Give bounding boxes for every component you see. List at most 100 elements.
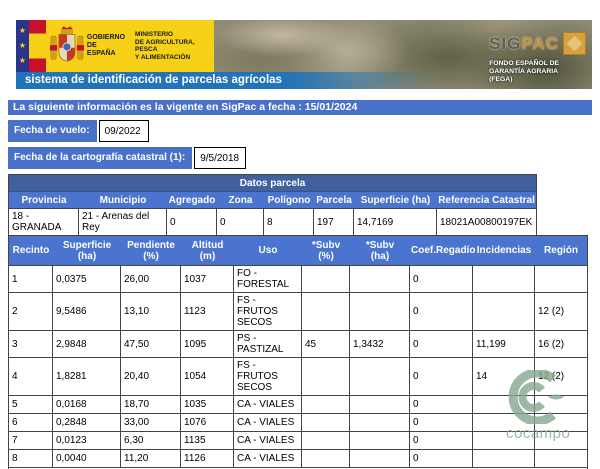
table-cell: 0 bbox=[410, 450, 473, 468]
table-row: 1 0,0375 26,00 1037 FO - FORESTAL 0 bbox=[9, 266, 587, 293]
cadastral-date-row: Fecha de la cartografía catastral (1): 9… bbox=[8, 147, 246, 169]
table-cell: CA - VIALES bbox=[234, 414, 302, 432]
table-cell: 47,50 bbox=[121, 331, 181, 358]
table-cell: 1,3432 bbox=[350, 331, 410, 358]
table-cell bbox=[350, 293, 410, 331]
table-cell bbox=[473, 450, 535, 468]
app-title-banner: sistema de identificación de parcelas ag… bbox=[16, 72, 436, 89]
column-header-referencia: Referencia Catastral bbox=[437, 192, 536, 209]
table-cell: 0,0040 bbox=[53, 450, 121, 468]
table-cell: CA - VIALES bbox=[234, 432, 302, 450]
sigpac-page: ★ ★ ★ GOBIERNO DE ESPAÑA bbox=[0, 0, 600, 469]
table-cell: FS - FRUTOS SECOS bbox=[234, 293, 302, 331]
table-cell bbox=[535, 450, 587, 468]
column-header-agregado: Agregado bbox=[167, 192, 217, 209]
eu-star-icon: ★ bbox=[19, 27, 26, 35]
table-cell bbox=[350, 450, 410, 468]
table-cell: 0,0123 bbox=[53, 432, 121, 450]
column-header-parcela: Parcela bbox=[314, 192, 354, 209]
table-cell: 18021A00800197EK bbox=[437, 209, 536, 235]
table-cell: 21 - Arenas del Rey bbox=[79, 209, 167, 235]
table-cell: 18 - GRANADA bbox=[9, 209, 79, 235]
column-header-uso: Uso bbox=[234, 236, 302, 266]
table-cell: 1135 bbox=[181, 432, 234, 450]
table-cell: 18,70 bbox=[121, 396, 181, 414]
table-cell: 14,7169 bbox=[354, 209, 437, 235]
parcel-table-row: 18 - GRANADA 21 - Arenas del Rey 0 0 8 1… bbox=[9, 209, 536, 235]
gobierno-espana-label: GOBIERNO DE ESPAÑA bbox=[87, 34, 125, 58]
table-cell bbox=[473, 293, 535, 331]
table-cell bbox=[302, 358, 350, 396]
table-cell: 8 bbox=[264, 209, 314, 235]
table-cell: 0 bbox=[410, 331, 473, 358]
column-header-superficie: Superficie (ha) bbox=[354, 192, 437, 209]
government-logo-block: ★ ★ ★ GOBIERNO DE ESPAÑA bbox=[16, 20, 214, 72]
eu-star-icon: ★ bbox=[19, 42, 26, 50]
table-cell: 11,199 bbox=[473, 331, 535, 358]
column-header-subv-ha: *Subv (ha) bbox=[350, 236, 410, 266]
table-cell: FS - FRUTOS SECOS bbox=[234, 358, 302, 396]
table-row: 3 2,9848 47,50 1095 PS - PASTIZAL 45 1,3… bbox=[9, 331, 587, 358]
parcel-data-table: Datos parcela Provincia Municipio Agrega… bbox=[8, 174, 537, 236]
table-cell: 4 bbox=[9, 358, 53, 396]
table-row: 2 9,5486 13,10 1123 FS - FRUTOS SECOS 0 … bbox=[9, 293, 587, 331]
eu-flag-stars-icon: ★ ★ ★ bbox=[16, 20, 29, 72]
table-cell bbox=[535, 266, 587, 293]
table-cell bbox=[350, 358, 410, 396]
table-cell: 0 bbox=[410, 432, 473, 450]
table-cell: 1 bbox=[9, 266, 53, 293]
table-cell: 1095 bbox=[181, 331, 234, 358]
table-cell bbox=[350, 432, 410, 450]
table-cell: 0,0375 bbox=[53, 266, 121, 293]
enclosures-table: Recinto Superficie (ha) Pendiente (%) Al… bbox=[8, 235, 588, 469]
table-cell: 0 bbox=[410, 293, 473, 331]
column-header-provincia: Provincia bbox=[9, 192, 79, 209]
table-cell: 33,00 bbox=[121, 414, 181, 432]
flight-date-row: Fecha de vuelo: 09/2022 bbox=[8, 120, 149, 142]
table-cell: 5 bbox=[9, 396, 53, 414]
table-cell bbox=[535, 432, 587, 450]
table-row: 7 0,0123 6,30 1135 CA - VIALES 0 bbox=[9, 432, 587, 450]
column-header-superficie: Superficie (ha) bbox=[53, 236, 121, 266]
table-cell: 1,8281 bbox=[53, 358, 121, 396]
table-cell: 13,10 bbox=[121, 293, 181, 331]
table-cell: 0 bbox=[217, 209, 264, 235]
column-header-municipio: Municipio bbox=[79, 192, 167, 209]
parcel-table-title: Datos parcela bbox=[9, 175, 536, 192]
ministry-banner: GOBIERNO DE ESPAÑA MINISTERIO DE AGRICUL… bbox=[46, 20, 214, 72]
table-cell: 1054 bbox=[181, 358, 234, 396]
table-cell: 3 bbox=[9, 331, 53, 358]
table-cell: 0 bbox=[410, 396, 473, 414]
table-row: 5 0,0168 18,70 1035 CA - VIALES 0 bbox=[9, 396, 587, 414]
validity-info-bar: La siguiente información es la vigente e… bbox=[8, 100, 592, 115]
column-header-coef-regadio: Coef.Regadío bbox=[410, 236, 473, 266]
table-cell bbox=[350, 414, 410, 432]
table-cell bbox=[302, 396, 350, 414]
table-cell bbox=[302, 450, 350, 468]
column-header-altitud: Altitud (m) bbox=[181, 236, 234, 266]
page-header: ★ ★ ★ GOBIERNO DE ESPAÑA bbox=[16, 20, 592, 89]
column-header-zona: Zona bbox=[217, 192, 264, 209]
table-cell bbox=[535, 396, 587, 414]
table-cell: 14 bbox=[473, 358, 535, 396]
table-cell: 9,5486 bbox=[53, 293, 121, 331]
cadastral-date-label: Fecha de la cartografía catastral (1): bbox=[8, 147, 192, 169]
fega-label: FONDO ESPAÑOL DE GARANTÍA AGRARIA (FEGA) bbox=[489, 60, 586, 84]
column-header-incidencias: Incidencias bbox=[473, 236, 535, 266]
flight-date-input[interactable]: 09/2022 bbox=[99, 120, 149, 142]
sigpac-square-icon bbox=[563, 32, 586, 55]
table-cell: 0 bbox=[410, 266, 473, 293]
table-cell: FO - FORESTAL bbox=[234, 266, 302, 293]
table-cell bbox=[302, 414, 350, 432]
table-cell: 6 bbox=[9, 414, 53, 432]
table-cell: 0 bbox=[410, 358, 473, 396]
cadastral-date-input[interactable]: 9/5/2018 bbox=[194, 147, 246, 169]
table-row: 8 0,0040 11,20 1126 CA - VIALES 0 bbox=[9, 450, 587, 468]
table-cell: 12 (2) bbox=[535, 358, 587, 396]
table-cell: 0,2848 bbox=[53, 414, 121, 432]
table-cell: 12 (2) bbox=[535, 293, 587, 331]
table-row: 4 1,8281 20,40 1054 FS - FRUTOS SECOS 0 … bbox=[9, 358, 587, 396]
table-cell: 0 bbox=[410, 414, 473, 432]
table-cell bbox=[473, 432, 535, 450]
table-cell: 2 bbox=[9, 293, 53, 331]
